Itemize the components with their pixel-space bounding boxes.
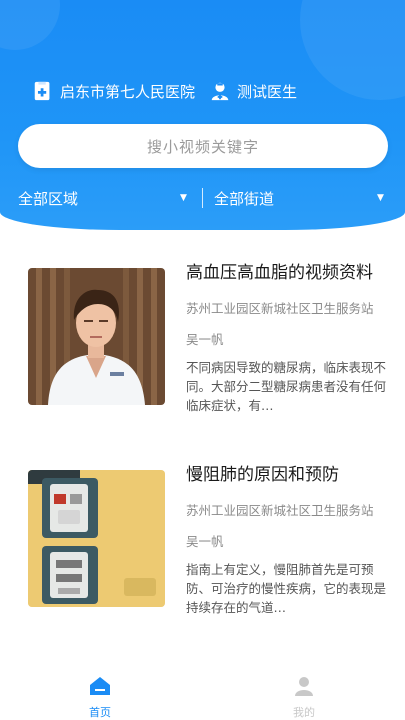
hospital-info[interactable]: 启东市第七人民医院 [32, 80, 195, 102]
doctor-video-thumbnail-image [28, 268, 165, 405]
video-title[interactable]: 慢阻肺的原因和预防 [186, 460, 396, 490]
video-thumbnail[interactable] [28, 268, 165, 405]
street-label: 全部街道 [214, 189, 275, 208]
video-organization: 苏州工业园区新城社区卫生服务站 [186, 301, 374, 316]
hospital-name: 启东市第七人民医院 [60, 82, 196, 101]
hospital-icon [34, 81, 50, 101]
header-banner: 启东市第七人民医院 测试医生 搜小视频关键字 全部区域 ▼ 全部街道 ▼ [0, 0, 405, 230]
chevron-down-icon: ▼ [377, 193, 384, 203]
search-placeholder: 搜小视频关键字 [146, 137, 259, 156]
tab-mine-label: 我的 [293, 706, 315, 719]
home-icon [90, 677, 110, 695]
video-description: 不同病因导致的糖尿病，临床表现不同。大部分二型糖尿病患者没有任何临床症状，有… [186, 360, 387, 413]
video-info: 慢阻肺的原因和预防 苏州工业园区新城社区卫生服务站 吴一帆 指南上有定义，慢阻肺… [186, 460, 396, 617]
bottom-tab-bar: 首页 我的 [0, 668, 405, 720]
doctor-name: 测试医生 [237, 82, 298, 101]
video-author: 吴一帆 [186, 332, 224, 347]
video-thumbnail[interactable] [28, 470, 165, 607]
video-author: 吴一帆 [186, 534, 224, 549]
region-label: 全部区域 [18, 189, 79, 208]
cartoon-video-thumbnail-image [28, 470, 165, 607]
tab-home[interactable]: 首页 [60, 674, 140, 720]
video-organization: 苏州工业园区新城社区卫生服务站 [186, 503, 374, 518]
video-title[interactable]: 高血压高血脂的视频资料 [186, 258, 396, 288]
decor-bubble [300, 0, 405, 100]
video-card[interactable]: 慢阻肺的原因和预防 苏州工业园区新城社区卫生服务站 吴一帆 指南上有定义，慢阻肺… [28, 465, 388, 615]
filter-divider [202, 188, 203, 208]
doctor-icon [211, 82, 229, 101]
decor-bubble [0, 0, 60, 50]
region-dropdown[interactable]: 全部区域 [18, 188, 78, 209]
user-icon [295, 677, 313, 696]
video-info: 高血压高血脂的视频资料 苏州工业园区新城社区卫生服务站 吴一帆 不同病因导致的糖… [186, 258, 396, 415]
tab-mine[interactable]: 我的 [264, 674, 344, 720]
video-card[interactable]: 高血压高血脂的视频资料 苏州工业园区新城社区卫生服务站 吴一帆 不同病因导致的糖… [28, 263, 388, 413]
header-info-row: 启东市第七人民医院 测试医生 [32, 80, 311, 102]
video-description: 指南上有定义，慢阻肺首先是可预防、可治疗的慢性疾病，它的表现是持续存在的气道… [186, 562, 387, 615]
tab-home-label: 首页 [89, 706, 111, 719]
filter-bar: 全部区域 ▼ 全部街道 ▼ [0, 184, 405, 212]
search-input[interactable]: 搜小视频关键字 [18, 124, 388, 168]
chevron-down-icon: ▼ [180, 193, 187, 203]
street-dropdown[interactable]: 全部街道 [214, 188, 274, 209]
doctor-info[interactable]: 测试医生 [209, 80, 297, 102]
